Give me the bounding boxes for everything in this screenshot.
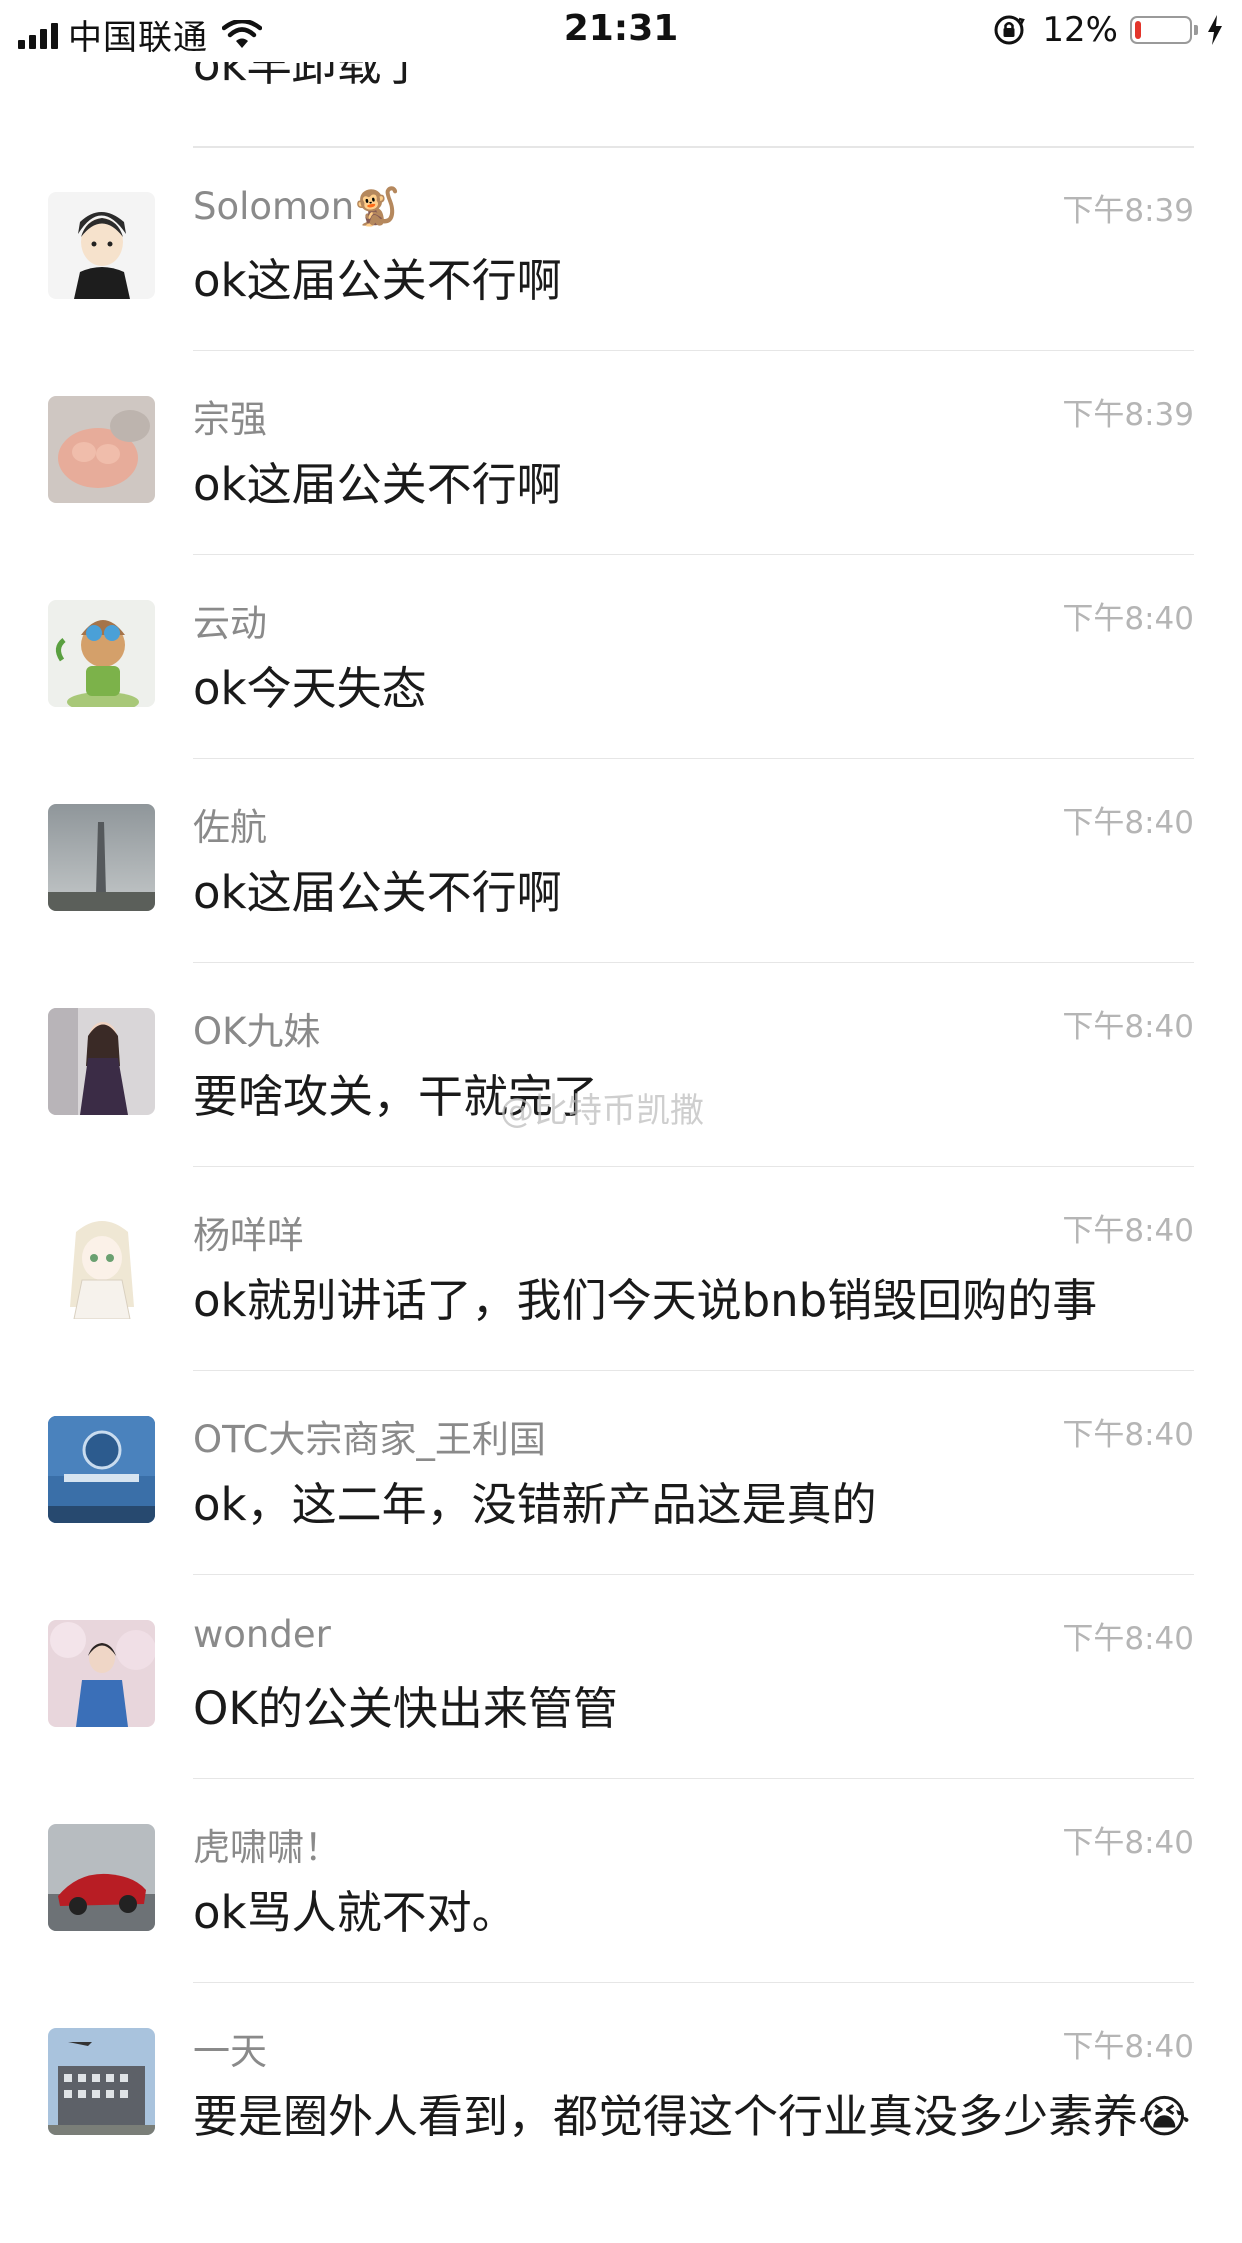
rotation-lock-icon — [994, 15, 1026, 45]
message-time: 下午8:40 — [1062, 805, 1194, 841]
battery-percent: 12% — [1042, 10, 1118, 50]
list-item[interactable]: OTC大宗商家_王利国 下午8:40 ok，这二年，没错新产品这是真的 — [0, 1371, 1242, 1575]
message-text: OK的公关快出来管管 — [193, 1682, 618, 1735]
list-item[interactable]: Solomon🐒 下午8:39 ok这届公关不行啊 — [0, 147, 1242, 351]
status-bar: 中国联通 21:31 12% — [0, 0, 1242, 62]
sender-name: OK九妹 — [193, 1010, 321, 1053]
message-text: ok今天失态 — [193, 662, 427, 715]
avatar[interactable] — [48, 1212, 155, 1319]
avatar[interactable] — [48, 1824, 155, 1931]
battery-icon — [1130, 16, 1192, 44]
avatar[interactable] — [48, 2028, 155, 2135]
sender-name: 一天 — [193, 2030, 267, 2073]
avatar[interactable] — [48, 396, 155, 503]
sender-name: 宗强 — [193, 398, 267, 441]
sender-name: OTC大宗商家_王利国 — [193, 1418, 546, 1461]
sender-name: 杨咩咩 — [193, 1214, 304, 1257]
sender-name: Solomon🐒 — [193, 185, 401, 228]
sender-name: 佐航 — [193, 806, 267, 849]
list-item[interactable]: 虎啸啸！ 下午8:40 ok骂人就不对。 — [0, 1779, 1242, 1983]
message-time: 下午8:40 — [1062, 2029, 1194, 2065]
avatar[interactable] — [48, 1416, 155, 1523]
message-text: ok这届公关不行啊 — [193, 866, 562, 919]
message-time: 下午8:40 — [1062, 1213, 1194, 1249]
watermark: @比特币凯撒 — [500, 1091, 704, 1131]
message-time: 下午8:40 — [1062, 1009, 1194, 1045]
message-time: 下午8:40 — [1062, 601, 1194, 637]
list-item[interactable]: 云动 下午8:40 ok今天失态 — [0, 555, 1242, 759]
message-text: ok这届公关不行啊 — [193, 254, 562, 307]
message-text: ok骂人就不对。 — [193, 1886, 517, 1939]
sender-name: 虎啸啸！ — [193, 1826, 341, 1869]
message-text: ok，这二年，没错新产品这是真的 — [193, 1478, 877, 1531]
avatar[interactable] — [48, 804, 155, 911]
message-time: 下午8:39 — [1062, 193, 1194, 229]
message-time: 下午8:40 — [1062, 1417, 1194, 1453]
message-time: 下午8:40 — [1062, 1621, 1194, 1657]
message-time: 下午8:40 — [1062, 1825, 1194, 1861]
list-item[interactable]: 佐航 下午8:40 ok这届公关不行啊 — [0, 759, 1242, 963]
battery-tip — [1194, 25, 1198, 35]
sender-name: 云动 — [193, 602, 267, 645]
charging-bolt-icon — [1208, 15, 1222, 45]
avatar[interactable] — [48, 1008, 155, 1115]
list-item[interactable]: 宗强 下午8:39 ok这届公关不行啊 — [0, 351, 1242, 555]
message-text: ok就别讲话了，我们今天说bnb销毁回购的事 — [193, 1274, 1098, 1327]
sender-name: wonder — [193, 1613, 331, 1656]
list-item[interactable]: OK九妹 下午8:40 要啥攻关，干就完了 — [0, 963, 1242, 1167]
list-item[interactable]: 一天 下午8:40 要是圈外人看到，都觉得这个行业真没多少素养😭 — [0, 1983, 1242, 2243]
list-item[interactable]: wonder 下午8:40 OK的公关快出来管管 — [0, 1575, 1242, 1779]
avatar[interactable] — [48, 192, 155, 299]
list-item[interactable]: 杨咩咩 下午8:40 ok就别讲话了，我们今天说bnb销毁回购的事 — [0, 1167, 1242, 1371]
message-text: 要是圈外人看到，都觉得这个行业真没多少素养😭 — [193, 2090, 1191, 2143]
message-text: ok这届公关不行啊 — [193, 458, 562, 511]
avatar[interactable] — [48, 600, 155, 707]
avatar[interactable] — [48, 1620, 155, 1727]
message-time: 下午8:39 — [1062, 397, 1194, 433]
